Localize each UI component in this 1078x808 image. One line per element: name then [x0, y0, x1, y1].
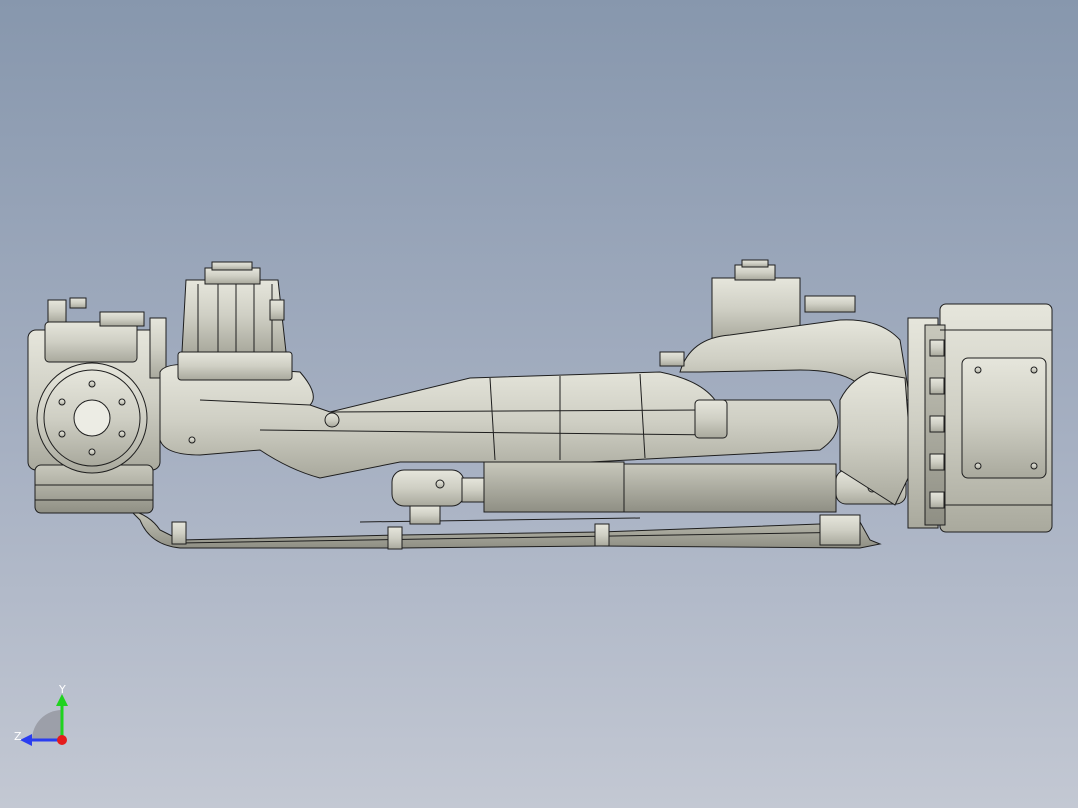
cable-pipe[interactable]	[128, 509, 882, 550]
triad-z-label: Z	[14, 730, 22, 743]
triad-y-label: Y	[58, 684, 66, 696]
wrist-flange[interactable]	[27, 297, 167, 514]
triad-rotation-arc	[32, 710, 62, 740]
forearm-body[interactable]	[159, 363, 839, 479]
wrist-motor[interactable]	[177, 261, 293, 381]
triad-z-arrow	[20, 734, 32, 746]
view-orientation-triad[interactable]: Y Z	[10, 684, 80, 754]
triad-x-axis	[57, 735, 67, 745]
cad-graphics-viewport[interactable]: Y Z	[0, 0, 1078, 808]
robot-arm-model[interactable]	[0, 0, 1078, 808]
